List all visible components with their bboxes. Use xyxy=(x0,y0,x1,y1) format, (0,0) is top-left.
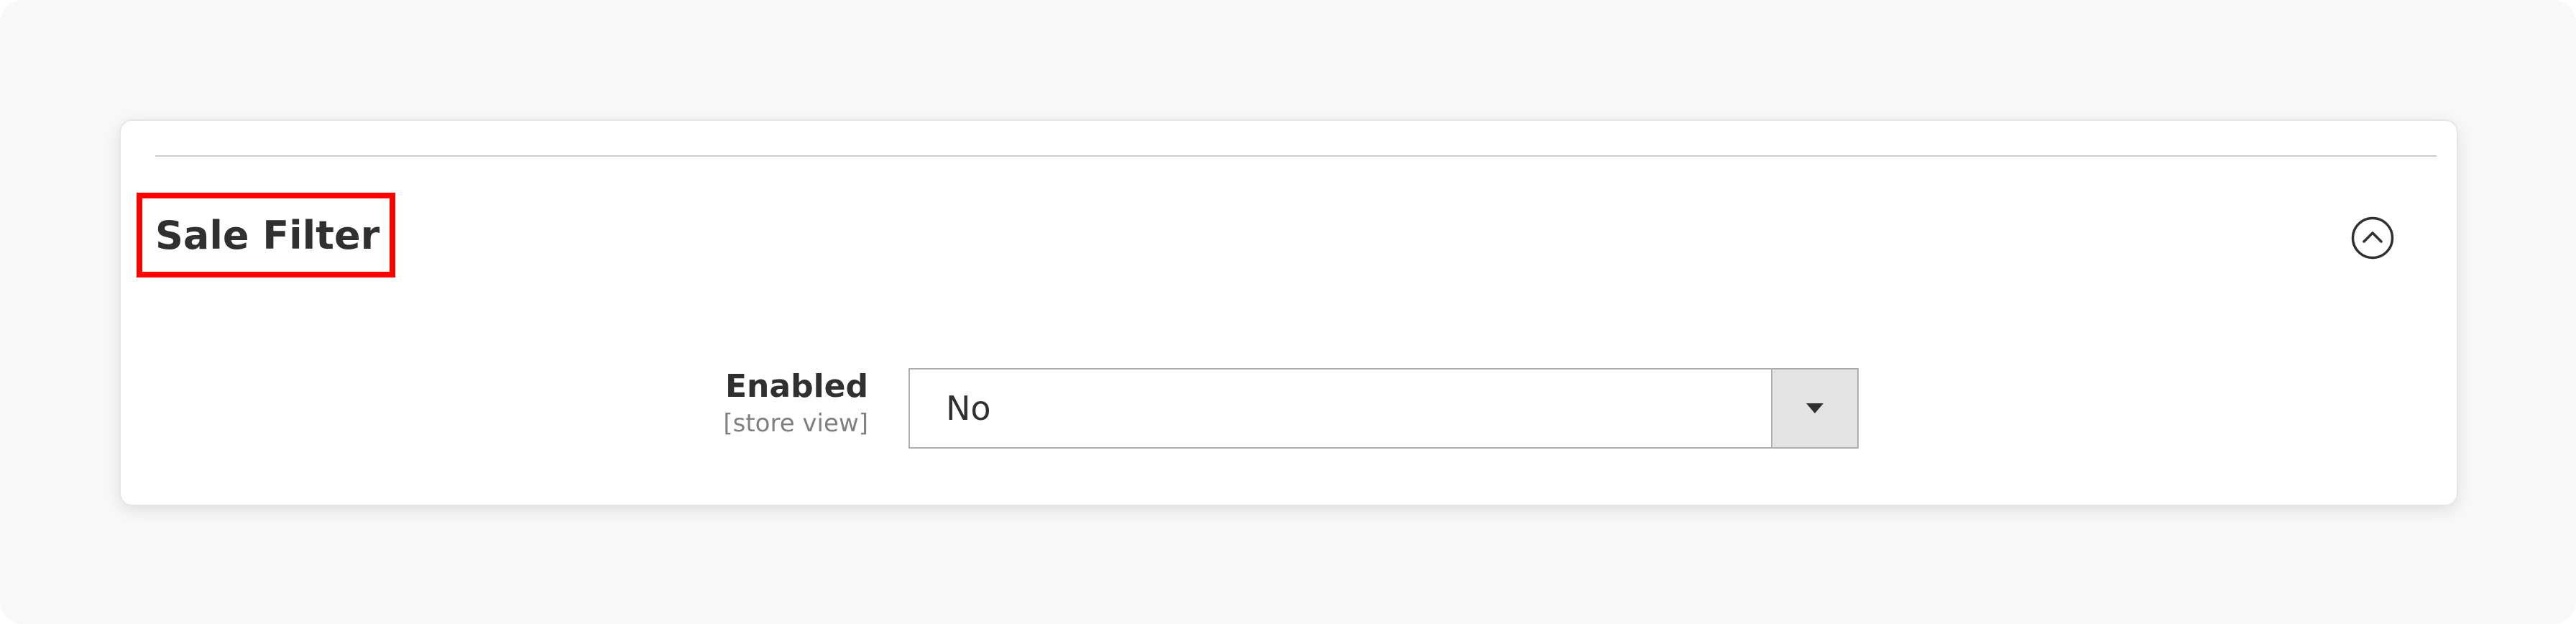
page-background: Sale Filter Enabled [store view] No xyxy=(0,0,2576,624)
caret-down-icon xyxy=(1806,403,1823,413)
field-label-enabled: Enabled [store view] xyxy=(723,368,868,439)
field-scope-text: [store view] xyxy=(723,408,868,438)
section-divider xyxy=(155,155,2437,157)
enabled-select[interactable]: No xyxy=(908,368,1859,449)
section-title[interactable]: Sale Filter xyxy=(155,213,380,258)
section-title-highlight[interactable]: Sale Filter xyxy=(137,193,395,277)
chevron-up-circle-icon[interactable] xyxy=(2350,216,2395,260)
config-section-card: Sale Filter Enabled [store view] No xyxy=(119,119,2458,506)
enabled-select-value: No xyxy=(946,389,991,428)
select-arrow-button[interactable] xyxy=(1771,370,1857,447)
field-label-text: Enabled xyxy=(725,368,868,405)
